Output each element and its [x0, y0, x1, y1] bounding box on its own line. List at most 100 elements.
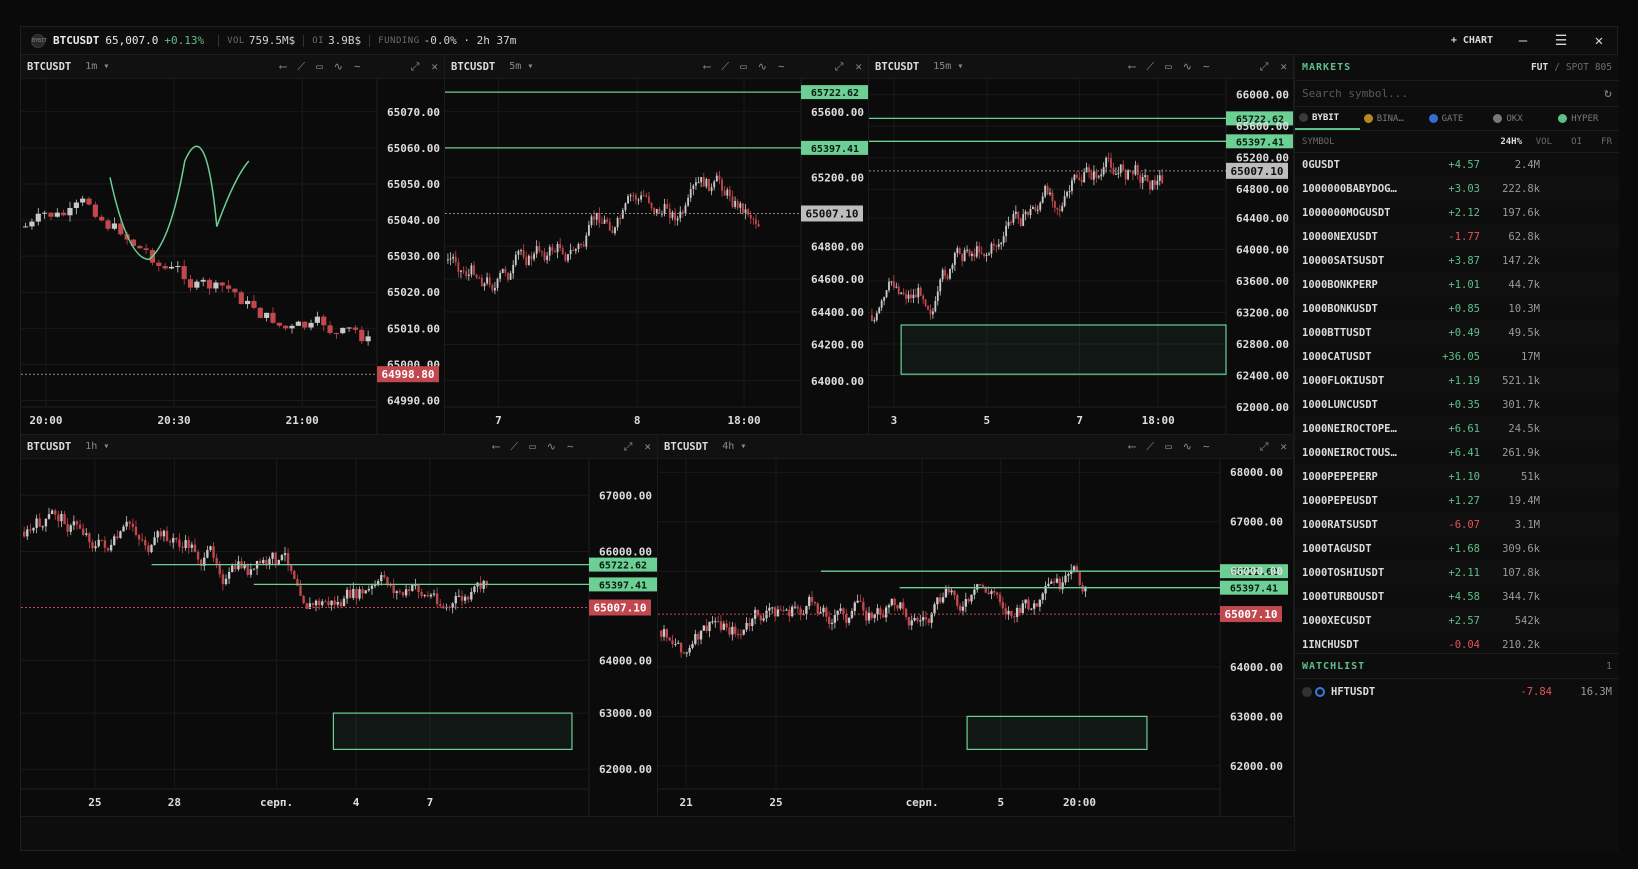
candle — [449, 258, 452, 260]
col-vol[interactable]: VOL — [1522, 137, 1552, 147]
price-chart[interactable]: 65722.62 65397.41 65600.00 65200.00 64800.00… — [445, 79, 869, 435]
panel-symbol[interactable]: BTCUSDT — [664, 441, 708, 453]
tab-okx[interactable]: OKX — [1489, 107, 1554, 130]
timeframe-select[interactable]: 15m ▾ — [933, 61, 963, 72]
rectangle-icon[interactable]: ▭ — [740, 60, 747, 74]
tab-bybit[interactable]: BYBIT — [1295, 107, 1360, 130]
price-chart[interactable]: 65070.00 65060.00 65050.00 65040.00 65030.00… — [21, 79, 445, 435]
arrow-left-icon[interactable]: ⟵ — [493, 440, 500, 454]
pencil-icon[interactable]: ⟋ — [510, 440, 518, 454]
wave-icon[interactable]: ∿ — [1183, 60, 1192, 74]
watchlist-row[interactable]: HFTUSDT -7.84 16.3M — [1295, 679, 1619, 705]
candle — [870, 612, 874, 619]
arrow-left-icon[interactable]: ⟵ — [1129, 440, 1136, 454]
wave-icon[interactable]: ∿ — [547, 440, 556, 454]
tab-hyper[interactable]: HYPER — [1554, 107, 1619, 130]
rectangle-icon[interactable]: ▭ — [316, 60, 323, 74]
close-panel-icon[interactable]: ✕ — [644, 440, 651, 454]
panel-symbol[interactable]: BTCUSDT — [27, 441, 71, 453]
refresh-icon[interactable]: ↻ — [1604, 86, 1612, 101]
timeframe-select[interactable]: 1m ▾ — [85, 61, 109, 72]
col-oi[interactable]: OI — [1552, 137, 1582, 147]
panel-symbol[interactable]: BTCUSDT — [875, 61, 919, 73]
chart-panel-1m[interactable]: BTCUSDT 1m ▾ ⟵ ⟋ ▭ ∿ ∼ ⤢ ✕ 65070.00 65060.00 65050.… — [21, 55, 445, 435]
candle — [556, 244, 559, 253]
expand-icon[interactable]: ⤢ — [1260, 440, 1269, 454]
tab-binance[interactable]: BINA… — [1360, 107, 1425, 130]
search-input[interactable]: Search symbol... ↻ — [1295, 81, 1619, 107]
close-panel-icon[interactable]: ✕ — [431, 60, 438, 74]
expand-icon[interactable]: ⤢ — [1260, 60, 1269, 74]
pencil-icon[interactable]: ⟋ — [721, 60, 729, 74]
rectangle-icon[interactable]: ▭ — [529, 440, 536, 454]
market-row[interactable]: 1000BONKUSDT +0.85 10.3M — [1295, 297, 1619, 321]
market-row[interactable]: 1000TOSHIUSDT +2.11 107.8k — [1295, 561, 1619, 585]
price-chart[interactable]: 65722.6265397.4166000.0065600.0065200.00… — [869, 79, 1294, 435]
market-row[interactable]: 10000SATSUSDT +3.87 147.2k — [1295, 249, 1619, 273]
market-row[interactable]: 1000000MOGUSDT +2.12 197.6k — [1295, 201, 1619, 225]
wave2-icon[interactable]: ∼ — [1203, 60, 1210, 74]
market-row[interactable]: 1000RATSUSDT -6.07 3.1M — [1295, 513, 1619, 537]
col-fr[interactable]: FR — [1582, 137, 1612, 147]
market-row[interactable]: 1000NEIROCTOPE… +6.61 24.5k — [1295, 417, 1619, 441]
add-chart-button[interactable]: + CHART — [1451, 35, 1493, 46]
close-panel-icon[interactable]: ✕ — [855, 60, 862, 74]
chart-panel-15m[interactable]: BTCUSDT 15m ▾ ⟵ ⟋ ▭ ∿ ∼ ⤢ ✕ 65722.62 65397.41 66000… — [869, 55, 1294, 435]
market-row[interactable]: 1000LUNCUSDT +0.35 301.7k — [1295, 393, 1619, 417]
pencil-icon[interactable]: ⟋ — [1146, 440, 1154, 454]
arrow-left-icon[interactable]: ⟵ — [280, 60, 287, 74]
market-row[interactable]: 1000PEPEPERP +1.10 51k — [1295, 465, 1619, 489]
spot-toggle[interactable]: SPOT — [1566, 62, 1589, 73]
col-24h[interactable]: 24H% — [1478, 137, 1522, 147]
rectangle-icon[interactable]: ▭ — [1165, 440, 1172, 454]
wave-icon[interactable]: ∿ — [758, 60, 767, 74]
wave2-icon[interactable]: ∼ — [778, 60, 785, 74]
expand-icon[interactable]: ⤢ — [624, 440, 633, 454]
close-icon[interactable]: ✕ — [1591, 33, 1607, 49]
wave-icon[interactable]: ∿ — [334, 60, 343, 74]
market-row[interactable]: 1000XECUSDT +2.57 542k — [1295, 609, 1619, 633]
market-row[interactable]: 10000NEXUSDT -1.77 62.8k — [1295, 225, 1619, 249]
market-row[interactable]: 1000BTTUSDT +0.49 49.5k — [1295, 321, 1619, 345]
arrow-left-icon[interactable]: ⟵ — [704, 60, 711, 74]
price-chart[interactable]: 65722.6265397.4168000.0067000.0066000.00… — [658, 459, 1294, 817]
wave-icon[interactable]: ∿ — [1183, 440, 1192, 454]
close-panel-icon[interactable]: ✕ — [1280, 60, 1287, 74]
panel-symbol[interactable]: BTCUSDT — [451, 61, 495, 73]
expand-icon[interactable]: ⤢ — [411, 60, 420, 74]
chart-panel-1h[interactable]: BTCUSDT 1h ▾ ⟵ ⟋ ▭ ∿ ∼ ⤢ ✕ 65722.62 65397.41 67000.… — [21, 435, 658, 817]
chart-panel-4h[interactable]: BTCUSDT 4h ▾ ⟵ ⟋ ▭ ∿ ∼ ⤢ ✕ 65722.62 65397.41 68000.… — [658, 435, 1294, 817]
col-symbol[interactable]: SYMBOL — [1302, 137, 1478, 147]
minimize-icon[interactable]: — — [1515, 33, 1531, 49]
markets-list[interactable]: 0GUSDT +4.57 2.4M 1000000BABYDOG… +3.03 222.8… — [1295, 153, 1619, 649]
wave2-icon[interactable]: ∼ — [354, 60, 361, 74]
expand-icon[interactable]: ⤢ — [835, 60, 844, 74]
pencil-icon[interactable]: ⟋ — [1146, 60, 1154, 74]
market-row[interactable]: 1000TURBOUSDT +4.58 344.7k — [1295, 585, 1619, 609]
timeframe-select[interactable]: 5m ▾ — [509, 61, 533, 72]
wave2-icon[interactable]: ∼ — [567, 440, 574, 454]
timeframe-select[interactable]: 4h ▾ — [722, 441, 746, 452]
market-row[interactable]: 1000NEIROCTOUS… +6.41 261.9k — [1295, 441, 1619, 465]
pencil-icon[interactable]: ⟋ — [297, 60, 305, 74]
close-panel-icon[interactable]: ✕ — [1280, 440, 1287, 454]
market-row[interactable]: 1000TAGUSDT +1.68 309.6k — [1295, 537, 1619, 561]
market-row[interactable]: 1000CATUSDT +36.05 17M — [1295, 345, 1619, 369]
arrow-left-icon[interactable]: ⟵ — [1129, 60, 1136, 74]
market-row[interactable]: 1000000BABYDOG… +3.03 222.8k — [1295, 177, 1619, 201]
symbol-label[interactable]: BTCUSDT — [53, 34, 99, 47]
rectangle-icon[interactable]: ▭ — [1165, 60, 1172, 74]
market-row[interactable]: 0GUSDT +4.57 2.4M — [1295, 153, 1619, 177]
fut-toggle[interactable]: FUT — [1531, 62, 1548, 73]
market-row[interactable]: 1INCHUSDT -0.04 210.2k — [1295, 633, 1619, 649]
timeframe-select[interactable]: 1h ▾ — [85, 441, 109, 452]
panel-symbol[interactable]: BTCUSDT — [27, 61, 71, 73]
tab-gate[interactable]: GATE — [1425, 107, 1490, 130]
price-chart[interactable]: 65722.62 65397.41 67000.00 66000.00 64000.00… — [21, 459, 658, 817]
market-row[interactable]: 1000PEPEUSDT +1.27 19.4M — [1295, 489, 1619, 513]
chart-panel-5m[interactable]: BTCUSDT 5m ▾ ⟵ ⟋ ▭ ∿ ∼ ⤢ ✕ 65722.62 65397.41 65600.… — [445, 55, 869, 435]
wave2-icon[interactable]: ∼ — [1203, 440, 1210, 454]
market-row[interactable]: 1000FLOKIUSDT +1.19 521.1k — [1295, 369, 1619, 393]
maximize-icon[interactable]: ☰ — [1553, 33, 1569, 49]
market-row[interactable]: 1000BONKPERP +1.01 44.7k — [1295, 273, 1619, 297]
